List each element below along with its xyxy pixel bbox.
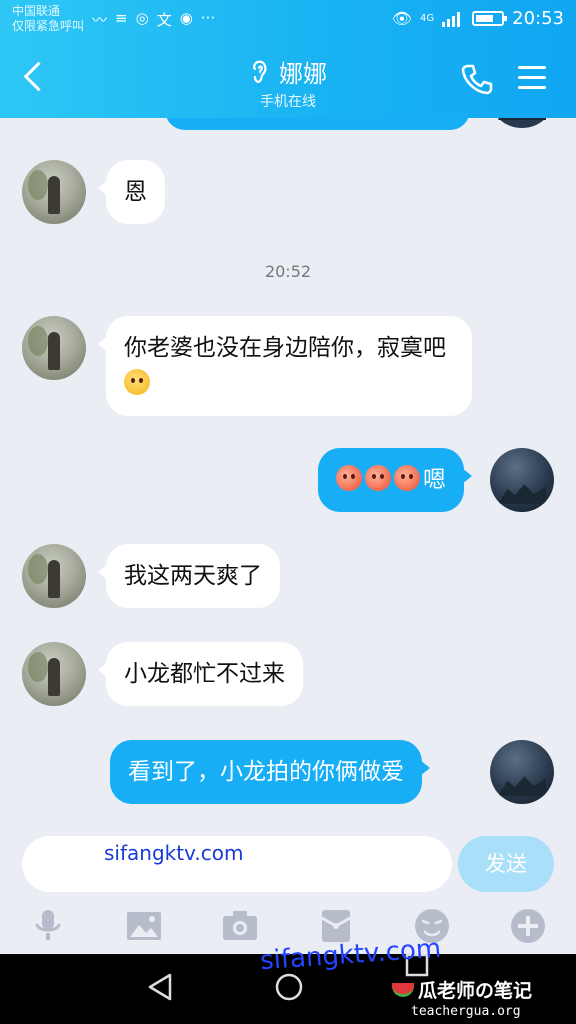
nav-home-icon[interactable] (274, 972, 304, 1002)
watermelon-icon (392, 983, 414, 997)
menu-line (518, 66, 546, 69)
app-icon: ◎ (135, 9, 149, 27)
chat-messages[interactable]: 恩 20:52 你老婆也没在身边陪你，寂寞吧 嗯 我这两天爽了 小龙都忙不过来 … (0, 118, 576, 830)
message-bubble-outgoing[interactable]: 嗯 (318, 448, 472, 512)
image-button[interactable] (124, 906, 164, 946)
brand-name: 瓜老师の笔记 (418, 980, 533, 1002)
voice-button[interactable] (28, 906, 68, 946)
message-text: 嗯 (423, 467, 446, 493)
phone-icon (461, 64, 493, 95)
more-icon: ··· (200, 9, 216, 27)
blush-emoji-icon (336, 465, 362, 491)
status-time: 20:53 (512, 8, 564, 29)
camera-button[interactable] (220, 906, 260, 946)
message-timestamp: 20:52 (264, 262, 312, 281)
microphone-icon (35, 910, 61, 940)
previous-message-bubble[interactable] (165, 118, 470, 130)
message-bubble-outgoing[interactable]: 看到了，小龙拍的你俩做爱 (110, 740, 430, 804)
activity-icon: 〰 (92, 11, 108, 29)
message-text: 我这两天爽了 (124, 563, 262, 589)
plus-icon (511, 909, 545, 943)
blush-emoji-icon (394, 465, 420, 491)
message-text: 你老婆也没在身边陪你，寂寞吧 (124, 335, 446, 361)
network-type: 4G (420, 13, 435, 24)
carrier-status: 仅限紧急呼叫 (12, 19, 85, 33)
battery-icon (472, 11, 508, 26)
my-avatar[interactable] (490, 448, 554, 512)
notification-icons: 〰 ≡ ◎ 文 ◉ ··· (92, 9, 215, 30)
phone-call-button[interactable] (460, 62, 494, 96)
ear-icon[interactable] (249, 59, 271, 85)
message-bubble-incoming[interactable]: 小龙都忙不过来 (98, 642, 303, 706)
input-bar: sifangktv.com 发送 (0, 830, 576, 900)
camera-icon (223, 911, 257, 940)
carrier-info: 中国联通 仅限紧急呼叫 (12, 4, 84, 34)
message-text: 看到了，小龙拍的你俩做爱 (128, 759, 404, 785)
contact-avatar[interactable] (22, 160, 86, 224)
yawn-emoji-icon (124, 369, 150, 395)
send-button[interactable]: 发送 (458, 836, 554, 892)
contact-name: 娜娜 (279, 60, 327, 88)
location-icon: ◉ (179, 9, 193, 27)
menu-line (518, 76, 546, 79)
more-options-button[interactable] (508, 906, 548, 946)
menu-button[interactable] (518, 66, 546, 90)
image-icon (127, 912, 161, 940)
my-avatar[interactable] (490, 740, 554, 804)
previous-avatar[interactable] (490, 118, 554, 128)
contact-avatar[interactable] (22, 316, 86, 380)
contact-avatar[interactable] (22, 544, 86, 608)
contact-avatar[interactable] (22, 642, 86, 706)
message-text: 小龙都忙不过来 (124, 661, 285, 687)
message-input[interactable]: sifangktv.com (22, 836, 452, 892)
message-bubble-incoming[interactable]: 你老婆也没在身边陪你，寂寞吧 (98, 316, 472, 416)
message-input-value: sifangktv.com (104, 841, 244, 865)
menu-line (518, 86, 546, 89)
eye-comfort-icon: 👁 (391, 9, 412, 28)
message-bubble-incoming[interactable]: 我这两天爽了 (98, 544, 280, 608)
carrier-name: 中国联通 (12, 4, 61, 18)
chat-nav: 娜娜 手机在线 (0, 42, 576, 114)
signal-flag-icon: ≡ (115, 9, 128, 27)
nav-back-icon[interactable] (146, 972, 174, 1002)
system-status: 👁 4G 20:53 (392, 8, 564, 29)
battery-level (476, 15, 493, 22)
translate-icon: 文 (156, 11, 172, 29)
brand-watermark: 瓜老师の笔记 (392, 976, 532, 1003)
blush-emoji-icon (365, 465, 391, 491)
message-text: 恩 (124, 179, 147, 205)
signal-strength-icon (442, 11, 461, 27)
app-header: 中国联通 仅限紧急呼叫 〰 ≡ ◎ 文 ◉ ··· 👁 4G 20:53 娜娜 … (0, 0, 576, 118)
brand-url: teachergua.org (411, 1004, 521, 1019)
message-bubble-incoming[interactable]: 恩 (98, 160, 165, 224)
status-bar: 中国联通 仅限紧急呼叫 〰 ≡ ◎ 文 ◉ ··· 👁 4G 20:53 (0, 0, 576, 40)
